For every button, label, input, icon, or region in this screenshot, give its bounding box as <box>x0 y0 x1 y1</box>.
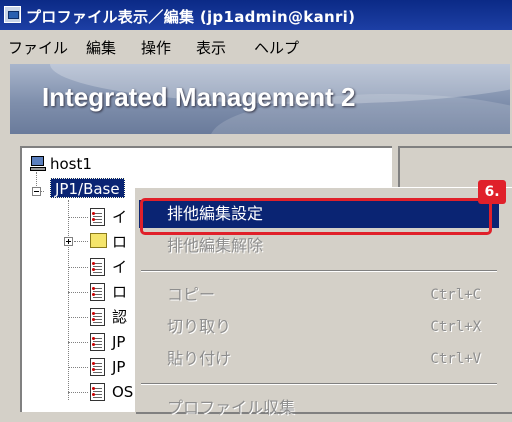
menu-file[interactable]: ファイル <box>8 37 68 58</box>
tree-line <box>68 342 88 343</box>
menu-item-cut[interactable]: 切り取り Ctrl+X <box>139 313 499 341</box>
menu-view[interactable]: 表示 <box>196 37 226 58</box>
tree-line <box>68 267 88 268</box>
menu-item-label: 切り取り <box>167 317 232 336</box>
menu-item-label: プロファイル収集 <box>167 398 296 417</box>
menu-item-copy[interactable]: コピー Ctrl+C <box>139 281 499 309</box>
menu-item-collect-profile[interactable]: プロファイル収集 <box>139 394 499 422</box>
menu-item-label: 貼り付け <box>167 349 232 368</box>
app-window-icon[interactable] <box>4 6 21 23</box>
menu-item-shortcut: Ctrl+C <box>430 287 481 303</box>
step-badge: 6. <box>478 180 506 204</box>
profile-icon <box>90 383 105 401</box>
tree-node-jp1-base[interactable]: JP1/Base <box>50 178 125 198</box>
tree-line <box>74 241 88 242</box>
menu-item-label: 排他編集解除 <box>167 236 264 255</box>
menu-item-shortcut: Ctrl+V <box>430 351 481 367</box>
host-icon <box>30 156 46 172</box>
tree-line <box>68 292 88 293</box>
product-name: Integrated Management 2 <box>42 82 356 112</box>
menu-separator <box>141 383 497 385</box>
callout-highlight <box>140 198 492 235</box>
menu-bar: ファイル 編集 操作 表示 ヘルプ <box>0 32 512 60</box>
tree-node-child[interactable]: 認 <box>112 307 127 327</box>
profile-icon <box>90 333 105 351</box>
expand-toggle[interactable] <box>64 237 73 246</box>
tree-line <box>68 217 88 218</box>
tree-line <box>68 200 69 400</box>
tree-line <box>68 367 88 368</box>
tree-node-child[interactable]: ロ <box>112 282 127 302</box>
menu-operation[interactable]: 操作 <box>141 37 171 58</box>
menu-item-shortcut: Ctrl+X <box>430 319 481 335</box>
collapse-toggle[interactable] <box>32 187 41 196</box>
tree-node-child[interactable]: イ <box>112 207 127 227</box>
tree-node-child[interactable]: JP <box>112 332 125 352</box>
profile-icon <box>90 258 105 276</box>
tree-node-child[interactable]: OS <box>112 382 133 402</box>
profile-icon <box>90 308 105 326</box>
profile-icon <box>90 358 105 376</box>
tree-line <box>68 317 88 318</box>
banner-divider <box>0 134 512 142</box>
profile-icon <box>90 208 105 226</box>
menu-item-label: コピー <box>167 285 216 304</box>
menu-item-exclusive-edit-release[interactable]: 排他編集解除 <box>139 232 499 260</box>
folder-icon <box>90 233 107 248</box>
title-bar: プロファイル表示／編集 (jp1admin@kanri) <box>0 0 512 30</box>
tree-node-child[interactable]: ロ <box>112 232 127 252</box>
menu-separator <box>141 270 497 272</box>
menu-edit[interactable]: 編集 <box>86 37 116 58</box>
menu-item-paste[interactable]: 貼り付け Ctrl+V <box>139 345 499 373</box>
profile-icon <box>90 283 105 301</box>
tree-node-child[interactable]: JP <box>112 357 125 377</box>
menu-help[interactable]: ヘルプ <box>254 37 299 58</box>
tree-node-child[interactable]: イ <box>112 257 127 277</box>
tree-node-host[interactable]: host1 <box>50 154 92 174</box>
product-banner: Integrated Management 2 <box>10 64 510 134</box>
tree-line <box>68 392 88 393</box>
window-title: プロファイル表示／編集 (jp1admin@kanri) <box>26 8 356 26</box>
